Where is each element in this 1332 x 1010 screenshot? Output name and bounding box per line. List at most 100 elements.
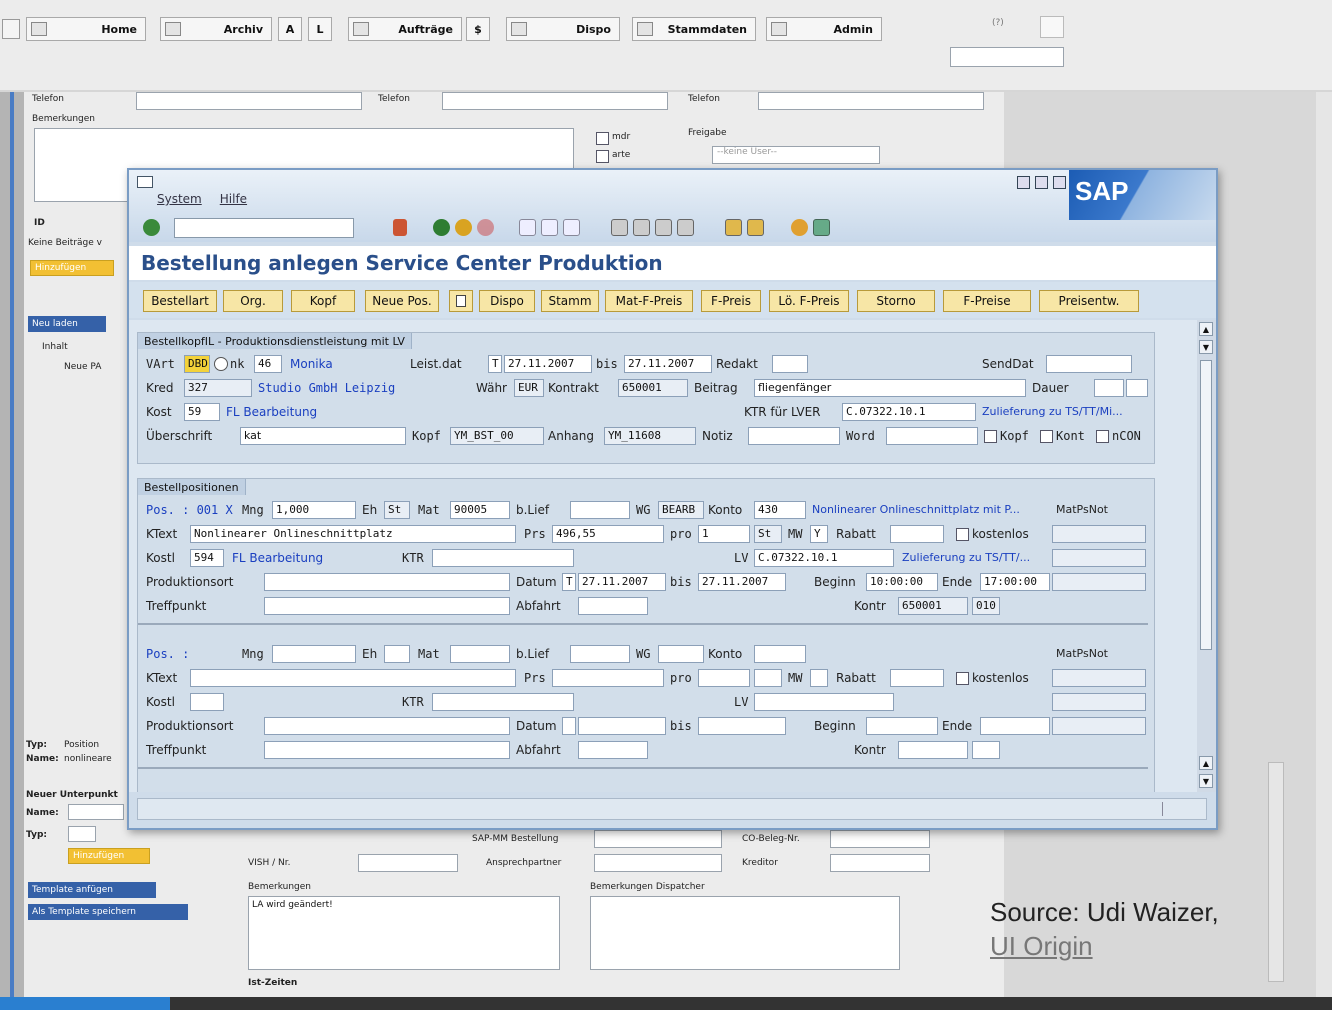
remarks-textarea[interactable]: LA wird geändert!	[248, 896, 560, 970]
cancel-icon[interactable]	[477, 219, 494, 236]
menu-system[interactable]: System	[157, 192, 202, 206]
inner-scrollbar[interactable]	[1268, 762, 1284, 982]
treffpunkt-input[interactable]	[264, 597, 510, 615]
add-subitem-button[interactable]: Hinzufügen	[68, 848, 150, 864]
dispo-button[interactable]: Dispo	[479, 290, 535, 312]
datum2-to-input[interactable]	[698, 717, 786, 735]
leistdat-to-input[interactable]: 27.11.2007	[624, 355, 712, 373]
ktext-input[interactable]: Nonlinearer Onlineschnittplatz	[190, 525, 516, 543]
new-position-button[interactable]: Neue Pos.	[365, 290, 439, 312]
prodort2-input[interactable]	[264, 717, 510, 735]
nav-l-button[interactable]: L	[308, 17, 332, 41]
arte-checkbox[interactable]	[596, 150, 609, 163]
dauer-input-2[interactable]	[1126, 379, 1148, 397]
kostenlos-checkbox[interactable]	[956, 528, 969, 541]
source-link[interactable]: UI Origin	[990, 929, 1219, 963]
kontrakt-input[interactable]: 650001	[618, 379, 688, 397]
datum2-from-input[interactable]	[578, 717, 666, 735]
preisentw-button[interactable]: Preisentw.	[1039, 290, 1139, 312]
mw2-input[interactable]	[810, 669, 828, 687]
matpsnot2-input-2[interactable]	[1052, 693, 1146, 711]
nav-home-button[interactable]: Home	[26, 17, 146, 41]
kont-checkbox[interactable]	[1040, 430, 1053, 443]
beginn2-input[interactable]	[866, 717, 938, 735]
subitem-typ-select[interactable]	[68, 826, 96, 842]
kred-input[interactable]: 327	[184, 379, 252, 397]
ktr-lver-input[interactable]: C.07322.10.1	[842, 403, 976, 421]
window-menu-icon[interactable]	[137, 176, 153, 188]
first-page-icon[interactable]	[611, 219, 628, 236]
lock-icon[interactable]	[2, 19, 20, 39]
nav-dispo-button[interactable]: Dispo	[506, 17, 620, 41]
ueberschrift-input[interactable]: kat	[240, 427, 406, 445]
find-icon[interactable]	[541, 219, 558, 236]
material-description-link[interactable]: Nonlinearer Onlineschnittplatz mit P...	[812, 501, 1020, 519]
lv2-input[interactable]	[754, 693, 894, 711]
org-button[interactable]: Org.	[223, 290, 283, 312]
matpsnot2-input-1[interactable]	[1052, 669, 1146, 687]
tree-node-neue-pa[interactable]: Neue PA	[64, 362, 101, 372]
sap-mm-input[interactable]	[594, 830, 722, 848]
close-icon[interactable]	[1053, 176, 1066, 189]
find-next-icon[interactable]	[563, 219, 580, 236]
rabatt-input[interactable]	[890, 525, 944, 543]
scroll-thumb[interactable]	[1200, 360, 1212, 650]
storno-button[interactable]: Storno	[857, 290, 935, 312]
mat-f-preis-button[interactable]: Mat-F-Preis	[605, 290, 693, 312]
telefon-input-3[interactable]	[758, 92, 984, 110]
ncon-checkbox[interactable]	[1096, 430, 1109, 443]
form-scrollbar[interactable]: ▲ ▼ ▲ ▼	[1197, 320, 1216, 792]
blief2-input[interactable]	[570, 645, 630, 663]
save-as-template-button[interactable]: Als Template speichern	[28, 904, 188, 920]
resize-grip-icon[interactable]	[1162, 802, 1176, 816]
print-icon[interactable]	[519, 219, 536, 236]
kost-input[interactable]: 59	[184, 403, 220, 421]
nav-dollar-button[interactable]: $	[466, 17, 490, 41]
eh-input[interactable]: St	[384, 501, 410, 519]
position-zulieferung-link[interactable]: Zulieferung zu TS/TT/...	[902, 549, 1030, 567]
nav-stammdaten-button[interactable]: Stammdaten	[632, 17, 756, 41]
dispatcher-remarks-textarea[interactable]	[590, 896, 900, 970]
beitrag-input[interactable]: fliegenfänger	[754, 379, 1026, 397]
beginn-input[interactable]: 10:00:00	[866, 573, 938, 591]
help-icon[interactable]	[791, 219, 808, 236]
help-link[interactable]: (?)	[992, 18, 1004, 28]
global-search-input[interactable]	[950, 47, 1064, 67]
mat2-input[interactable]	[450, 645, 510, 663]
matpsnot-input-3[interactable]	[1052, 573, 1146, 591]
zulieferung-link[interactable]: Zulieferung zu TS/TT/Mi...	[982, 403, 1123, 421]
nav-admin-button[interactable]: Admin	[766, 17, 882, 41]
minimize-icon[interactable]	[1017, 176, 1030, 189]
dauer-input-1[interactable]	[1094, 379, 1124, 397]
new-session-icon[interactable]	[725, 219, 742, 236]
position-2-number[interactable]: Pos. :	[146, 645, 189, 663]
mat-input[interactable]: 90005	[450, 501, 510, 519]
kontr-input[interactable]: 650001	[898, 597, 968, 615]
delete-button[interactable]	[449, 290, 473, 312]
kostl-input[interactable]: 594	[190, 549, 224, 567]
mng-input[interactable]: 1,000	[272, 501, 356, 519]
append-template-button[interactable]: Template anfügen	[28, 882, 156, 898]
wg-input[interactable]: BEARB	[658, 501, 704, 519]
add-button[interactable]: Hinzufügen	[30, 260, 114, 276]
pro-unit-input[interactable]: St	[754, 525, 782, 543]
kostenlos2-checkbox[interactable]	[956, 672, 969, 685]
nav-auftraege-button[interactable]: Aufträge	[348, 17, 462, 41]
ende2-input[interactable]	[980, 717, 1050, 735]
command-field[interactable]	[174, 218, 354, 238]
matpsnot-input-1[interactable]	[1052, 525, 1146, 543]
rabatt2-input[interactable]	[890, 669, 944, 687]
back-icon[interactable]	[433, 219, 450, 236]
abfahrt2-input[interactable]	[578, 741, 648, 759]
scroll-top-icon[interactable]: ▲	[1199, 322, 1213, 336]
edit-icon[interactable]	[1040, 16, 1064, 38]
menu-hilfe[interactable]: Hilfe	[220, 192, 247, 206]
search-help-icon[interactable]	[214, 357, 228, 371]
treffpunkt2-input[interactable]	[264, 741, 510, 759]
waehr-input[interactable]: EUR	[514, 379, 544, 397]
matpsnot-input-2[interactable]	[1052, 549, 1146, 567]
right-scrollbar[interactable]	[1316, 92, 1332, 997]
last-page-icon[interactable]	[677, 219, 694, 236]
stamm-button[interactable]: Stamm	[541, 290, 599, 312]
scroll-page-up-icon[interactable]: ▲	[1199, 756, 1213, 770]
